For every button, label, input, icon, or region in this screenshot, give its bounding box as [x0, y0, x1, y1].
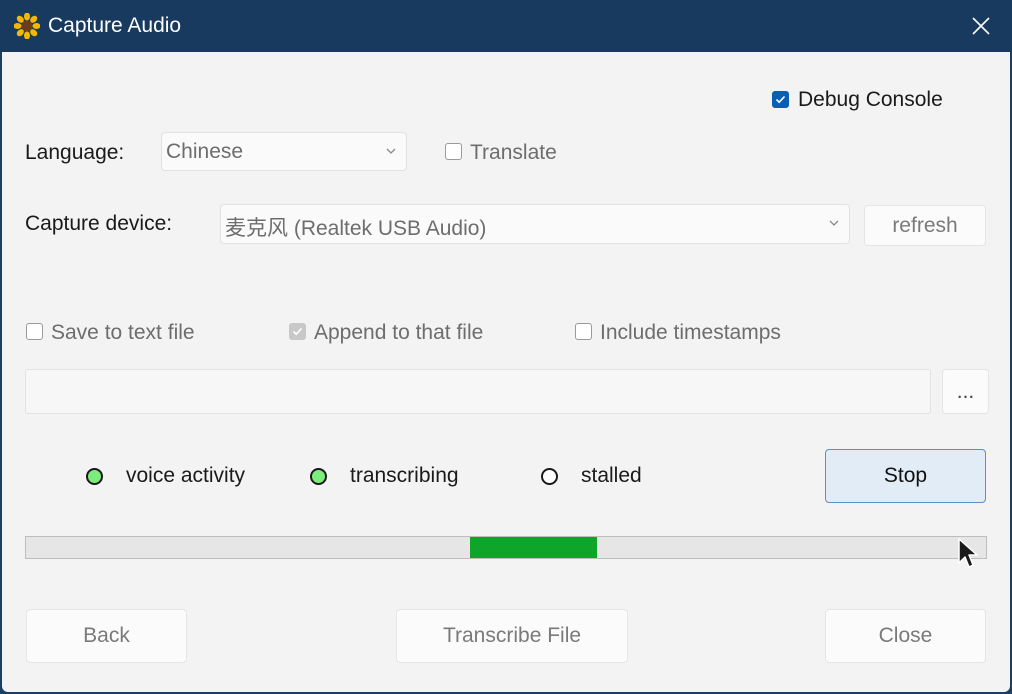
capture-device-label: Capture device: — [25, 212, 173, 235]
browse-button[interactable]: ... — [942, 369, 989, 414]
include-timestamps-checkbox[interactable] — [575, 323, 592, 340]
refresh-button[interactable]: refresh — [864, 205, 986, 246]
voice-activity-led — [86, 468, 103, 485]
title-bar[interactable]: Capture Audio — [0, 0, 1012, 52]
stalled-label: stalled — [581, 464, 642, 487]
save-to-text-file-checkbox[interactable] — [26, 323, 43, 340]
checkmark-icon — [292, 327, 303, 336]
sunflower-icon — [14, 13, 40, 39]
audio-level-segment — [470, 537, 597, 558]
stop-button[interactable]: Stop — [825, 449, 986, 503]
language-dropdown[interactable]: Chinese — [161, 132, 407, 171]
include-timestamps-label: Include timestamps — [600, 321, 781, 344]
transcribe-file-button[interactable]: Transcribe File — [396, 609, 628, 663]
transcribing-led — [310, 468, 327, 485]
capture-device-dropdown[interactable]: 麦克风 (Realtek USB Audio) — [220, 204, 850, 244]
checkmark-icon — [775, 95, 786, 104]
close-icon — [972, 17, 990, 35]
capture-device-value: 麦克风 (Realtek USB Audio) — [225, 217, 487, 240]
append-to-file-checkbox[interactable] — [289, 323, 306, 340]
chevron-down-icon — [829, 220, 839, 226]
debug-console-checkbox[interactable] — [772, 91, 789, 108]
transcribing-label: transcribing — [350, 464, 459, 487]
language-label: Language: — [25, 141, 125, 164]
close-button[interactable]: Close — [825, 609, 986, 663]
audio-level-meter — [25, 536, 987, 559]
stalled-led — [541, 468, 558, 485]
window-close-button[interactable] — [962, 8, 1000, 44]
capture-audio-window: Capture Audio Debug Console Language: Ch… — [0, 0, 1012, 694]
debug-console-label: Debug Console — [798, 88, 943, 111]
language-value: Chinese — [166, 140, 244, 163]
append-to-file-label: Append to that file — [314, 321, 484, 344]
window-title: Capture Audio — [48, 14, 182, 37]
translate-checkbox[interactable] — [445, 143, 462, 160]
mouse-pointer-icon — [958, 538, 978, 568]
back-button[interactable]: Back — [26, 609, 187, 663]
chevron-down-icon — [386, 148, 396, 154]
dialog-body: Debug Console Language: Chinese Translat… — [2, 52, 1010, 692]
file-path-input[interactable] — [25, 369, 931, 414]
voice-activity-label: voice activity — [126, 464, 246, 487]
translate-label: Translate — [470, 141, 557, 164]
save-to-text-file-label: Save to text file — [51, 321, 195, 344]
